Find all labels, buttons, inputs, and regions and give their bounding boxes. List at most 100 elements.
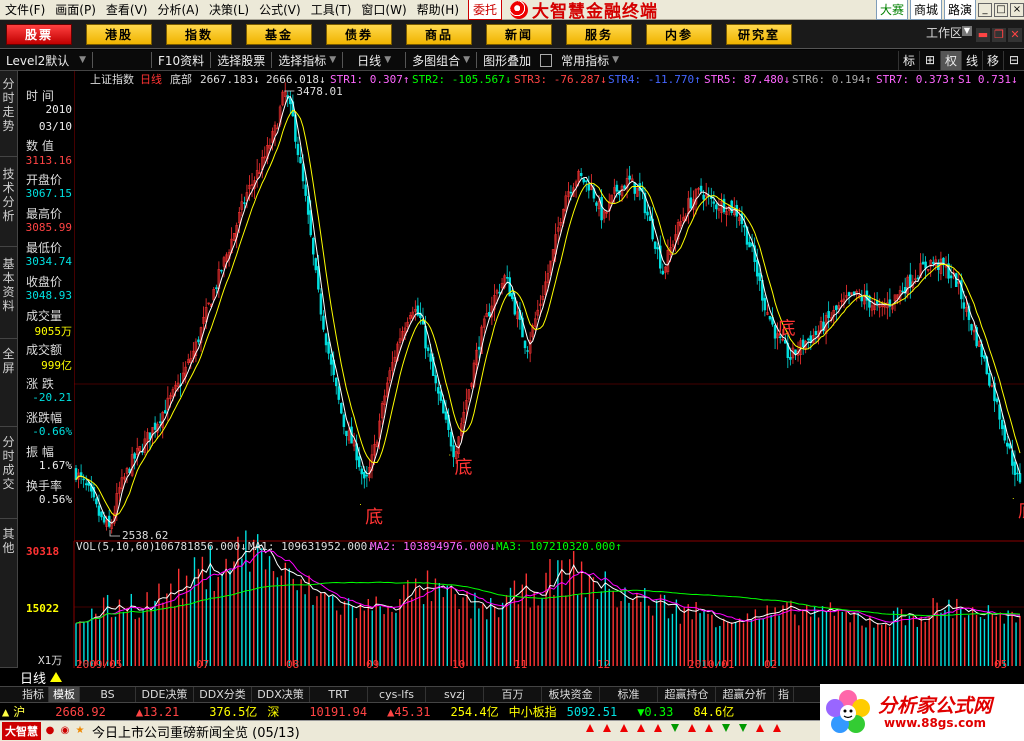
tab-roadshow[interactable]: 路演 [943,0,976,20]
sme-index[interactable]: 5092.51 [567,705,618,719]
vol-unit: X1万 [38,654,62,667]
vtab-other[interactable]: 其他 [0,519,18,668]
nav-service[interactable]: 服务 [566,23,632,45]
layout-icon[interactable]: ⊟ [1003,50,1024,70]
vtab-fullscreen[interactable]: 全屏 [0,339,18,427]
candle-body [360,468,364,475]
candle-body [995,398,999,403]
restore-icon[interactable]: ❐ [992,28,1006,42]
close-button[interactable]: × [1010,2,1024,17]
candle-body [801,339,805,347]
chart-period: 日线 [140,72,162,86]
period-select[interactable]: 日线 ▼ [343,52,405,69]
menu-tools[interactable]: 工具(T) [306,1,357,18]
kline-chart[interactable]: 上证指数 日线 底部 2667.183↓ 2666.018↓ STR1: 0.307↑ S… [0,71,1024,668]
f10-button[interactable]: F10资料 [152,52,210,69]
menu-analysis[interactable]: 分析(A) [152,1,204,18]
change-pct-label: 涨跌幅 [26,411,63,425]
tab-svzj[interactable]: svzj [426,687,484,702]
menu-formula[interactable]: 公式(V) [254,1,306,18]
info-panel: 时 间 2010 03/10 数 值 3113.16 开盘价 3067.15 最… [18,71,74,541]
nav-bond[interactable]: 债券 [326,23,392,45]
rights-adjust-button[interactable]: 权 [940,50,961,70]
ticker-text[interactable]: 今日上市公司重磅新闻全览 (05/13) [92,722,300,741]
nav-stocks[interactable]: 股票 [6,23,72,45]
select-indicator-label: 选择指标 [278,53,327,68]
nav-hk-stocks[interactable]: 港股 [86,23,152,45]
menu-file[interactable]: 文件(F) [0,1,50,18]
tab-standard[interactable]: 标准 [600,687,658,702]
sz-index[interactable]: 10191.94 [309,705,367,719]
vtab-technical-label: 技术分析 [2,167,15,223]
minimize-button[interactable]: _ [978,2,992,17]
menu-help[interactable]: 帮助(H) [412,1,464,18]
select-indicator-button[interactable]: 选择指标 ▼ [272,52,342,69]
menu-screen[interactable]: 画面(P) [50,1,101,18]
tab-mall[interactable]: 商城 [909,0,942,20]
candle-body [715,204,718,210]
tab-trt[interactable]: TRT [310,687,368,702]
tab-dde[interactable]: DDE决策 [136,687,194,702]
tab-contest[interactable]: 大赛 [875,0,908,20]
tab-cys-lfs[interactable]: cys-lfs [368,687,426,702]
tab-position[interactable]: 超赢持仓 [658,687,716,702]
tab-ddx-class[interactable]: DDX分类 [194,687,252,702]
nav-commodity[interactable]: 商品 [406,23,472,45]
candle-body [449,431,453,447]
nav-news[interactable]: 新闻 [486,23,552,45]
candle-body [623,185,626,189]
chart-str3: STR3: -76.287↓ [514,73,607,86]
tab-template[interactable]: 模板 [49,687,80,702]
multichart-button[interactable]: 多图组合 ▼ [406,52,476,69]
entrust-button[interactable]: 委托 [468,0,503,20]
vtab-technical[interactable]: 技术分析 [0,157,18,247]
workarea-label[interactable]: 工作区 [926,24,962,41]
close-icon[interactable]: ✕ [1008,28,1022,42]
candle-body [299,157,302,164]
nav-index[interactable]: 指数 [166,23,232,45]
menu-window[interactable]: 窗口(W) [356,1,411,18]
lock-icon[interactable] [540,53,553,67]
maximize-button[interactable]: □ [994,2,1008,17]
chevron-down-icon[interactable]: ▼ [962,26,972,36]
tab-ddx-decision[interactable]: DDX决策 [252,687,310,702]
triangle-up-icon [50,672,63,682]
overlay-button[interactable]: 图形叠加 [477,52,537,69]
period-strip[interactable]: 日线 [18,668,74,687]
select-stock-button[interactable]: 选择股票 [211,52,271,69]
candle-body [322,315,325,330]
month-label: 08 [286,658,299,668]
vtab-ticks[interactable]: 分时成交 [0,427,18,519]
vtab-fundamentals[interactable]: 基本资料 [0,247,18,339]
candle-body [498,291,501,294]
arrow-down-icon [671,724,679,732]
common-indicator-button[interactable]: 常用指标 ▼ [555,52,625,69]
period-strip-label: 日线 [20,671,47,687]
sh-index[interactable]: 2668.92 [55,705,106,719]
month-label: 10 [452,658,465,668]
menu-view[interactable]: 查看(V) [101,1,153,18]
nav-research[interactable]: 研究室 [726,23,792,45]
crosshair-icon[interactable]: ⊞ [919,50,940,70]
news-ticker[interactable]: 大智慧 ● ◉ ★ 今日上市公司重磅新闻全览 (05/13) [0,720,820,741]
vol-ma1: MA1: 109631952.000↓ [248,540,374,553]
tab-bs[interactable]: BS [80,687,136,702]
menu-decision[interactable]: 决策(L) [204,1,254,18]
level2-select[interactable]: Level2默认 ▼ [0,52,92,69]
vtab-intraday[interactable]: 分时走势 [0,71,18,157]
tab-sector-fund[interactable]: 板块资金 [542,687,600,702]
nav-fund[interactable]: 基金 [246,23,312,45]
draw-line-button[interactable]: 线 [961,50,982,70]
tab-position-analysis[interactable]: 超赢分析 [716,687,774,702]
tab-more[interactable]: 指 [774,687,794,702]
nav-insider[interactable]: 内参 [646,23,712,45]
minimize-icon[interactable]: ▬ [976,28,990,42]
vtab-fundamentals-label: 基本资料 [2,257,15,313]
tab-indicator[interactable]: 指标 [18,687,49,702]
mark-button[interactable]: 标 [898,50,919,70]
trough-annotation: 2538.62 [122,529,168,542]
tab-million[interactable]: 百万 [484,687,542,702]
move-button[interactable]: 移 [982,50,1003,70]
candle-body [648,216,652,221]
candle-body [84,483,88,486]
